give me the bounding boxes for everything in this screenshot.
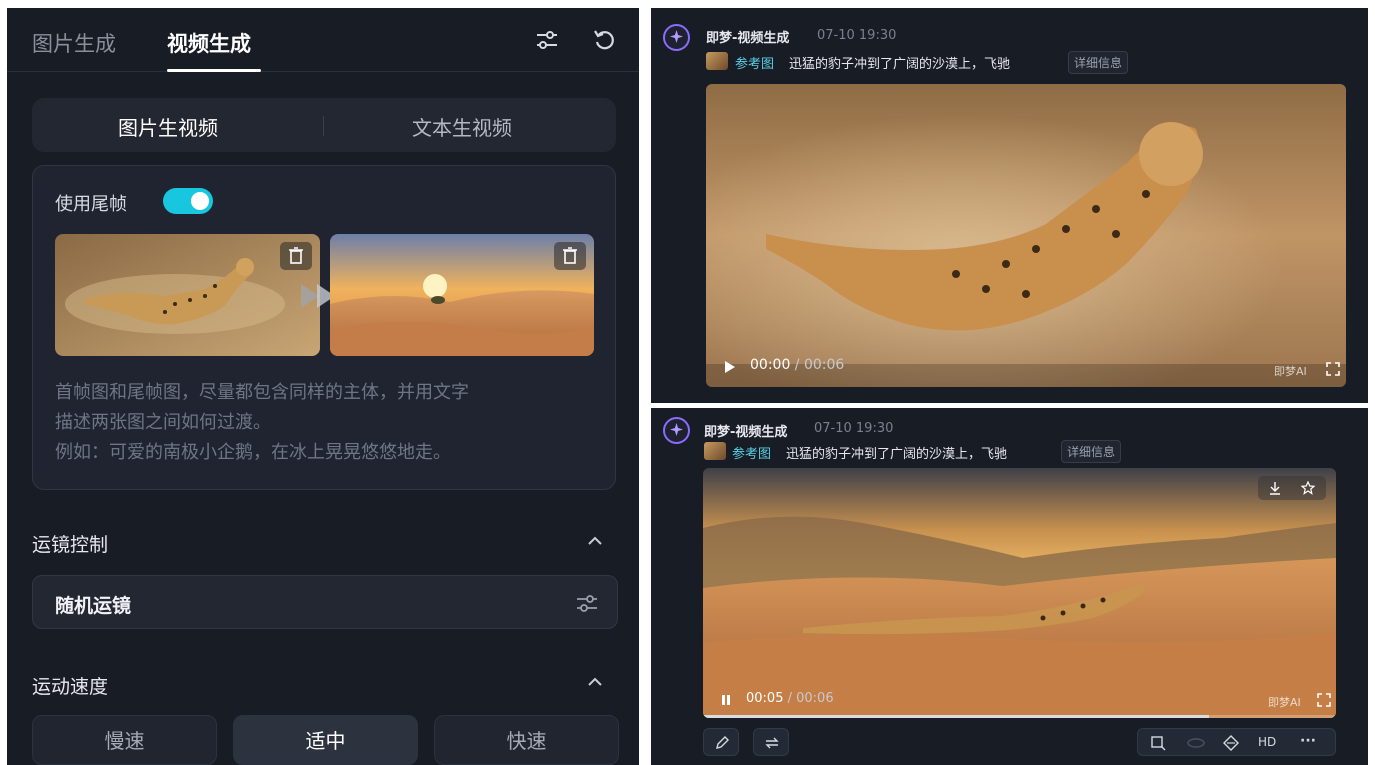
speed-slow-button[interactable]: 慢速 bbox=[32, 715, 217, 765]
end-frame-label: 使用尾帧 bbox=[55, 194, 127, 215]
video-timestamp: 00:00 / 00:06 bbox=[750, 357, 844, 373]
mode-text-to-video[interactable]: 文本生视频 bbox=[412, 112, 512, 141]
video-progress-fill bbox=[703, 715, 1210, 718]
prompt-text: 迅猛的豹子冲到了广阔的沙漠上，飞驰 bbox=[789, 57, 1011, 72]
delete-last-frame-button[interactable] bbox=[554, 242, 586, 270]
download-icon[interactable] bbox=[1268, 481, 1282, 495]
reference-label[interactable]: 参考图 bbox=[735, 53, 774, 72]
video-progress-bar[interactable] bbox=[703, 715, 1336, 718]
video-generation-panel: 图片生成 视频生成 图片生视频 文本生视频 使用尾帧 首帧图和尾帧图，尽量都包含… bbox=[7, 8, 639, 765]
last-frame-image[interactable] bbox=[330, 234, 594, 356]
video-toolbar: HD ··· bbox=[1137, 728, 1336, 756]
watermark: 即梦AI bbox=[1268, 696, 1301, 709]
current-time: 00:05 bbox=[746, 691, 784, 706]
camera-control-title: 运镜控制 bbox=[32, 534, 109, 556]
video-timestamp: 00:05 / 00:06 bbox=[746, 691, 834, 706]
time-separator: / bbox=[783, 691, 797, 706]
tab-video-generation[interactable]: 视频生成 bbox=[167, 28, 251, 58]
pencil-icon bbox=[716, 736, 729, 749]
detail-button[interactable]: 详细信息 bbox=[1068, 51, 1129, 74]
prompt-text: 迅猛的豹子冲到了广阔的沙漠上，飞驰 bbox=[786, 447, 1008, 462]
lip-sync-icon[interactable] bbox=[1186, 735, 1206, 751]
delete-first-frame-button[interactable] bbox=[280, 242, 312, 270]
watermark: 即梦AI bbox=[1274, 365, 1307, 378]
chevron-up-icon[interactable] bbox=[585, 531, 605, 551]
speed-medium-button[interactable]: 适中 bbox=[233, 715, 418, 765]
jimeng-logo-icon bbox=[663, 417, 690, 444]
camera-mode-value: 随机运镜 bbox=[55, 595, 132, 617]
motion-speed-title: 运动速度 bbox=[32, 676, 109, 698]
chevron-up-icon[interactable] bbox=[585, 672, 605, 692]
result-card-1: 即梦-视频生成 07-10 19:30 参考图 迅猛的豹子冲到了广阔的沙漠上，飞… bbox=[651, 8, 1368, 403]
end-frame-hint: 首帧图和尾帧图，尽量都包含同样的主体，并用文字 描述两张图之间如何过渡。 例如：… bbox=[55, 378, 605, 468]
hint-line: 首帧图和尾帧图，尽量都包含同样的主体，并用文字 bbox=[55, 382, 469, 403]
video-actions bbox=[1258, 476, 1326, 500]
video-player[interactable]: 00:00 / 00:06 即梦AI bbox=[706, 84, 1346, 387]
edit-button[interactable] bbox=[703, 728, 739, 756]
toggle-knob bbox=[191, 192, 209, 210]
result-title: 即梦-视频生成 bbox=[704, 425, 788, 440]
settings-sliders-icon[interactable] bbox=[533, 26, 561, 54]
more-options-button[interactable]: ··· bbox=[1300, 733, 1316, 749]
reference-thumbnail[interactable] bbox=[706, 52, 728, 70]
end-frame-toggle[interactable] bbox=[163, 188, 213, 214]
reference-label[interactable]: 参考图 bbox=[732, 443, 771, 462]
panel-header: 图片生成 视频生成 bbox=[7, 8, 639, 72]
reference-thumbnail[interactable] bbox=[704, 442, 726, 460]
extend-icon[interactable] bbox=[1150, 735, 1166, 751]
frame-interpolation-icon[interactable] bbox=[1222, 735, 1240, 751]
repeat-icon bbox=[765, 737, 779, 749]
cheetah-desert-video-frame bbox=[703, 468, 1336, 718]
fullscreen-icon[interactable] bbox=[1317, 693, 1331, 707]
first-frame-image[interactable] bbox=[55, 234, 320, 356]
regenerate-button[interactable] bbox=[753, 728, 789, 756]
hd-upscale-button[interactable]: HD bbox=[1258, 735, 1276, 749]
mode-divider bbox=[323, 116, 324, 136]
reset-icon[interactable] bbox=[591, 26, 619, 54]
cheetah-video-frame bbox=[706, 84, 1346, 387]
duration: 00:06 bbox=[796, 691, 834, 706]
result-card-2: 即梦-视频生成 07-10 19:30 参考图 迅猛的豹子冲到了广阔的沙漠上，飞… bbox=[651, 408, 1368, 765]
star-icon[interactable] bbox=[1301, 481, 1315, 495]
jimeng-logo-icon bbox=[663, 24, 690, 51]
current-time: 00:00 bbox=[750, 357, 791, 373]
mode-image-to-video[interactable]: 图片生视频 bbox=[118, 112, 218, 141]
result-time: 07-10 19:30 bbox=[814, 421, 894, 436]
detail-button[interactable]: 详细信息 bbox=[1061, 440, 1122, 463]
active-tab-indicator bbox=[167, 69, 261, 72]
video-player[interactable]: 00:05 / 00:06 即梦AI bbox=[703, 468, 1336, 718]
adjust-sliders-icon[interactable] bbox=[575, 592, 599, 614]
hint-line: 例如：可爱的南极小企鹅，在冰上晃晃悠悠地走。 bbox=[55, 442, 451, 463]
camera-mode-select[interactable]: 随机运镜 bbox=[32, 575, 618, 629]
mode-switch: 图片生视频 文本生视频 bbox=[32, 98, 616, 152]
time-separator: / bbox=[790, 357, 804, 373]
result-title: 即梦-视频生成 bbox=[706, 31, 790, 46]
speed-fast-button[interactable]: 快速 bbox=[434, 715, 619, 765]
result-time: 07-10 19:30 bbox=[817, 28, 897, 43]
fullscreen-icon[interactable] bbox=[1326, 362, 1340, 376]
frames-card: 使用尾帧 首帧图和尾帧图，尽量都包含同样的主体，并用文字 描述两张图之间如何过渡… bbox=[32, 165, 616, 490]
tab-image-generation[interactable]: 图片生成 bbox=[32, 28, 116, 58]
trash-icon bbox=[563, 247, 577, 264]
hint-line: 描述两张图之间如何过渡。 bbox=[55, 412, 271, 433]
play-icon[interactable] bbox=[723, 360, 737, 374]
duration: 00:06 bbox=[803, 357, 845, 373]
trash-icon bbox=[289, 247, 303, 264]
pause-icon[interactable] bbox=[720, 694, 732, 706]
